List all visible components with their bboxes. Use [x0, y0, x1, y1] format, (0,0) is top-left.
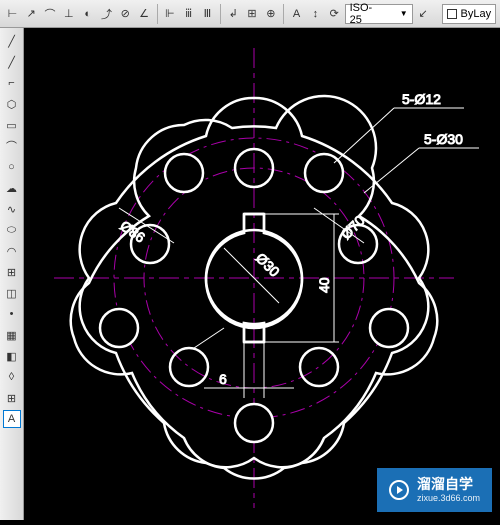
- ellipse-arc-icon[interactable]: ◠: [3, 242, 21, 260]
- dim-5d12: 5-Ø12: [402, 91, 441, 107]
- dim-jog-icon[interactable]: ⤴: [98, 5, 115, 23]
- polygon-icon[interactable]: ⬡: [3, 95, 21, 113]
- color-swatch-icon: [447, 9, 457, 19]
- dim-40: 40: [316, 277, 332, 293]
- leader-icon[interactable]: ↲: [225, 5, 242, 23]
- spline-icon[interactable]: ∿: [3, 200, 21, 218]
- polyline-icon[interactable]: ⌐: [3, 74, 21, 92]
- separator: [283, 4, 284, 24]
- table-icon[interactable]: ⊞: [3, 389, 21, 407]
- dim-5d30: 5-Ø30: [424, 131, 463, 147]
- watermark-main: 溜溜自学: [417, 476, 480, 493]
- dim-tedit-icon[interactable]: ↕: [307, 5, 324, 23]
- watermark-sub: zixue.3d66.com: [417, 493, 480, 504]
- insert-icon[interactable]: ⊞: [3, 263, 21, 281]
- center-mark-icon[interactable]: ⊕: [262, 5, 279, 23]
- dim-linear-icon[interactable]: ⊢: [4, 5, 21, 23]
- tolerance-icon[interactable]: ⊞: [244, 5, 261, 23]
- dim-6: 6: [219, 371, 227, 387]
- dim-diameter-icon[interactable]: ⊘: [117, 5, 134, 23]
- dim-style-dropdown[interactable]: ISO-25 ▼: [345, 4, 413, 24]
- xline-icon[interactable]: ╱: [3, 53, 21, 71]
- dim-style-icon[interactable]: ↙: [415, 5, 432, 23]
- region-icon[interactable]: ◊: [3, 368, 21, 386]
- drawing-canvas[interactable]: 5-Ø12 5-Ø30 Ø70 Ø86 Ø30 40 6: [24, 28, 500, 520]
- cad-drawing: 5-Ø12 5-Ø30 Ø70 Ø86 Ø30 40 6: [24, 28, 500, 520]
- ellipse-icon[interactable]: ⬭: [3, 221, 21, 239]
- dim-d30: Ø30: [253, 250, 283, 280]
- block-icon[interactable]: ◫: [3, 284, 21, 302]
- play-icon: [389, 480, 409, 500]
- point-icon[interactable]: •: [3, 305, 21, 323]
- watermark: 溜溜自学 zixue.3d66.com: [377, 468, 492, 512]
- dim-radius-icon[interactable]: ◐: [79, 5, 96, 23]
- layer-color-dropdown[interactable]: ByLay: [442, 4, 497, 24]
- separator: [220, 4, 221, 24]
- continue-icon[interactable]: Ⅲ: [199, 5, 216, 23]
- dim-edit-icon[interactable]: A: [288, 5, 305, 23]
- baseline-icon[interactable]: ⅲ: [180, 5, 197, 23]
- separator: [157, 4, 158, 24]
- dim-style-value: ISO-25: [350, 2, 380, 26]
- line-icon[interactable]: ╱: [3, 32, 21, 50]
- dim-aligned-icon[interactable]: ↗: [23, 5, 40, 23]
- top-toolbar: ⊢ ↗ ⌒ ⊥ ◐ ⤴ ⊘ ∠ ⊩ ⅲ Ⅲ ↲ ⊞ ⊕ A ↕ ⟳ ISO-25…: [0, 0, 500, 28]
- dim-arc-icon[interactable]: ⌒: [42, 5, 59, 23]
- gradient-icon[interactable]: ◧: [3, 347, 21, 365]
- dim-d86: Ø86: [117, 217, 148, 245]
- rectangle-icon[interactable]: ▭: [3, 116, 21, 134]
- dim-d70: Ø70: [338, 212, 368, 242]
- dim-ordinate-icon[interactable]: ⊥: [60, 5, 77, 23]
- chevron-down-icon: ▼: [400, 9, 408, 18]
- quick-dim-icon[interactable]: ⊩: [161, 5, 178, 23]
- left-toolbar: ╱ ╱ ⌐ ⬡ ▭ ⌒ ○ ☁ ∿ ⬭ ◠ ⊞ ◫ • ▦ ◧ ◊ ⊞ A: [0, 28, 24, 520]
- dim-angular-icon[interactable]: ∠: [136, 5, 153, 23]
- dim-update-icon[interactable]: ⟳: [326, 5, 343, 23]
- mtext-icon[interactable]: A: [3, 410, 21, 428]
- revcloud-icon[interactable]: ☁: [3, 179, 21, 197]
- hatch-icon[interactable]: ▦: [3, 326, 21, 344]
- layer-label: ByLay: [461, 8, 492, 20]
- dimensions: 5-Ø12 5-Ø30 Ø70 Ø86 Ø30 40 6: [117, 91, 479, 398]
- arc-icon[interactable]: ⌒: [3, 137, 21, 155]
- circle-icon[interactable]: ○: [3, 158, 21, 176]
